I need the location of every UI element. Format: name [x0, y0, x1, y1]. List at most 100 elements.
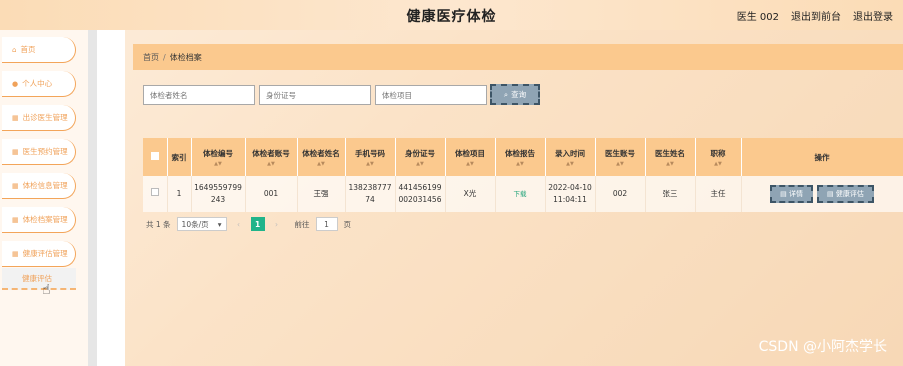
cell-actions: ▤ 详情 ▤ 健康评估	[741, 176, 903, 212]
pagination: 共 1 条 10条/页 ▾ ‹ 1 › 前往 1 页	[146, 217, 351, 231]
sidebar-item-label: 首页	[20, 45, 36, 54]
chevron-down-icon: ▾	[217, 219, 222, 229]
cell-time: 2022-04-10 11:04:11	[545, 176, 596, 212]
breadcrumb-current: 体检档案	[169, 52, 202, 62]
current-user: 医生 002	[736, 12, 779, 23]
logout-link[interactable]: 退出登录	[853, 8, 893, 23]
sort-icon[interactable]: ▲▼	[298, 161, 345, 167]
column-header[interactable]: 身份证号 ▲▼	[395, 138, 446, 176]
sidebar-item-exam-record-mgmt[interactable]: ▦ 体检档案管理	[2, 207, 76, 233]
cell-report: 下载	[495, 176, 546, 212]
sidebar-item-label: 个人中心	[22, 79, 53, 88]
sidebar-item-label: 体检档案管理	[22, 215, 68, 224]
column-header[interactable]: 体检报告 ▲▼	[495, 138, 546, 176]
sort-icon[interactable]: ▲▼	[696, 161, 741, 167]
back-to-front-link[interactable]: 退出到前台	[791, 8, 841, 23]
grid-icon: ▦	[12, 249, 19, 258]
cell-exam-no: 1649559799243	[191, 176, 246, 212]
cell-doctor-name: 张三	[645, 176, 696, 212]
sidebar-item-doctor-mgmt[interactable]: ▦ 出诊医生管理	[2, 105, 76, 131]
grid-icon: ▦	[12, 113, 19, 122]
sidebar-item-label: 体检信息管理	[22, 181, 68, 190]
column-header: 操作	[741, 138, 903, 176]
sidebar-item-label: 医生预约管理	[22, 147, 68, 156]
column-header: 索引	[167, 138, 192, 176]
column-header[interactable]: 体检项目 ▲▼	[445, 138, 496, 176]
select-all-checkbox[interactable]	[150, 152, 159, 160]
page-number-current[interactable]: 1	[250, 217, 265, 231]
sort-icon[interactable]: ▲▼	[396, 161, 445, 167]
goto-label: 前往	[294, 219, 310, 229]
column-header[interactable]: 体检编号 ▲▼	[191, 138, 246, 176]
sidebar-item-appointment-mgmt[interactable]: ▦ 医生预约管理	[2, 139, 76, 165]
next-page-icon[interactable]: ›	[271, 220, 283, 229]
search-button[interactable]: ⌕ 查询	[490, 84, 540, 105]
row-checkbox[interactable]	[150, 188, 159, 196]
table-header-row: 索引 体检编号 ▲▼ 体检者账号 ▲▼ 体检者姓名 ▲▼ 手机号码 ▲▼ 身份证号 ▲▼ …	[143, 138, 903, 176]
grid-icon: ▦	[12, 181, 19, 190]
report-download-link[interactable]: 下载	[514, 190, 527, 198]
breadcrumb-home[interactable]: 首页	[143, 52, 159, 63]
doc-icon: ▤	[827, 190, 836, 198]
sort-icon[interactable]: ▲▼	[496, 161, 545, 167]
goto-page-input[interactable]: 1	[315, 217, 338, 231]
sidebar-item-exam-info-mgmt[interactable]: ▦ 体检信息管理	[2, 173, 76, 199]
search-button-label: 查询	[511, 90, 527, 99]
breadcrumb-separator: /	[163, 52, 166, 62]
page-unit-label: 页	[343, 219, 352, 229]
pointer-cursor-icon: ☝	[42, 282, 51, 298]
column-header[interactable]: 录入时间 ▲▼	[545, 138, 596, 176]
sort-icon[interactable]: ▲▼	[246, 161, 297, 167]
exam-record-table: 索引 体检编号 ▲▼ 体检者账号 ▲▼ 体检者姓名 ▲▼ 手机号码 ▲▼ 身份证号 ▲▼ …	[143, 138, 903, 212]
sidebar-item-home[interactable]: ⌂ 首页	[2, 37, 76, 63]
health-assess-button[interactable]: ▤ 健康评估	[817, 185, 874, 203]
column-header[interactable]: 医生姓名 ▲▼	[645, 138, 696, 176]
sort-icon[interactable]: ▲▼	[596, 161, 645, 167]
search-id-input[interactable]	[259, 85, 371, 105]
search-item-input[interactable]	[375, 85, 487, 105]
select-all-checkbox-cell	[143, 138, 168, 176]
sidebar-item-label: 出诊医生管理	[22, 113, 68, 122]
column-header[interactable]: 体检者姓名 ▲▼	[297, 138, 346, 176]
cell-phone: 13823877774	[345, 176, 396, 212]
cell-doctor-account: 002	[595, 176, 646, 212]
grid-icon: ▦	[12, 215, 19, 224]
cell-id-no: 441456199002031456	[395, 176, 446, 212]
sort-icon[interactable]: ▲▼	[446, 161, 495, 167]
watermark: CSDN @小阿杰学长	[758, 339, 887, 355]
prev-page-icon[interactable]: ‹	[233, 220, 245, 229]
sort-icon[interactable]: ▲▼	[346, 161, 395, 167]
column-header[interactable]: 体检者账号 ▲▼	[245, 138, 298, 176]
sidebar-subitem-health-assess[interactable]: 健康评估	[2, 268, 76, 290]
column-header[interactable]: 职称 ▲▼	[695, 138, 742, 176]
cell-account: 001	[245, 176, 298, 212]
content-gutter	[97, 30, 125, 366]
cell-title: 主任	[695, 176, 742, 212]
user-icon: ●	[12, 79, 19, 88]
header-actions: 医生 002 退出到前台 退出登录	[737, 8, 893, 23]
breadcrumb: 首页 / 体检档案	[133, 44, 903, 70]
home-icon: ⌂	[12, 45, 17, 54]
total-count: 共 1 条	[146, 219, 171, 229]
sidebar-item-health-assess-mgmt[interactable]: ▦ 健康评估管理	[2, 241, 76, 267]
cell-index: 1	[167, 176, 192, 212]
search-icon: ⌕	[503, 89, 509, 99]
search-name-input[interactable]	[143, 85, 255, 105]
sort-icon[interactable]: ▲▼	[192, 161, 245, 167]
row-checkbox-cell	[143, 176, 168, 212]
sort-icon[interactable]: ▲▼	[546, 161, 595, 167]
column-header[interactable]: 医生账号 ▲▼	[595, 138, 646, 176]
cell-item: X光	[445, 176, 496, 212]
grid-icon: ▦	[12, 147, 19, 156]
sidebar-item-label: 健康评估管理	[22, 249, 68, 258]
sort-icon[interactable]: ▲▼	[646, 161, 695, 167]
page-size-select[interactable]: 10条/页 ▾	[176, 217, 227, 231]
detail-button[interactable]: ▤ 详情	[770, 185, 813, 203]
table-row: 1 1649559799243 001 王强 13823877774 44145…	[143, 176, 903, 212]
cell-name: 王强	[297, 176, 346, 212]
sidebar-item-profile[interactable]: ● 个人中心	[2, 71, 76, 97]
sidebar: ⌂ 首页 ● 个人中心 ▦ 出诊医生管理 ▦ 医生预约管理 ▦ 体检信息管理 ▦…	[0, 30, 88, 366]
doc-icon: ▤	[780, 190, 789, 198]
column-header[interactable]: 手机号码 ▲▼	[345, 138, 396, 176]
sidebar-scrollbar[interactable]	[88, 30, 97, 366]
